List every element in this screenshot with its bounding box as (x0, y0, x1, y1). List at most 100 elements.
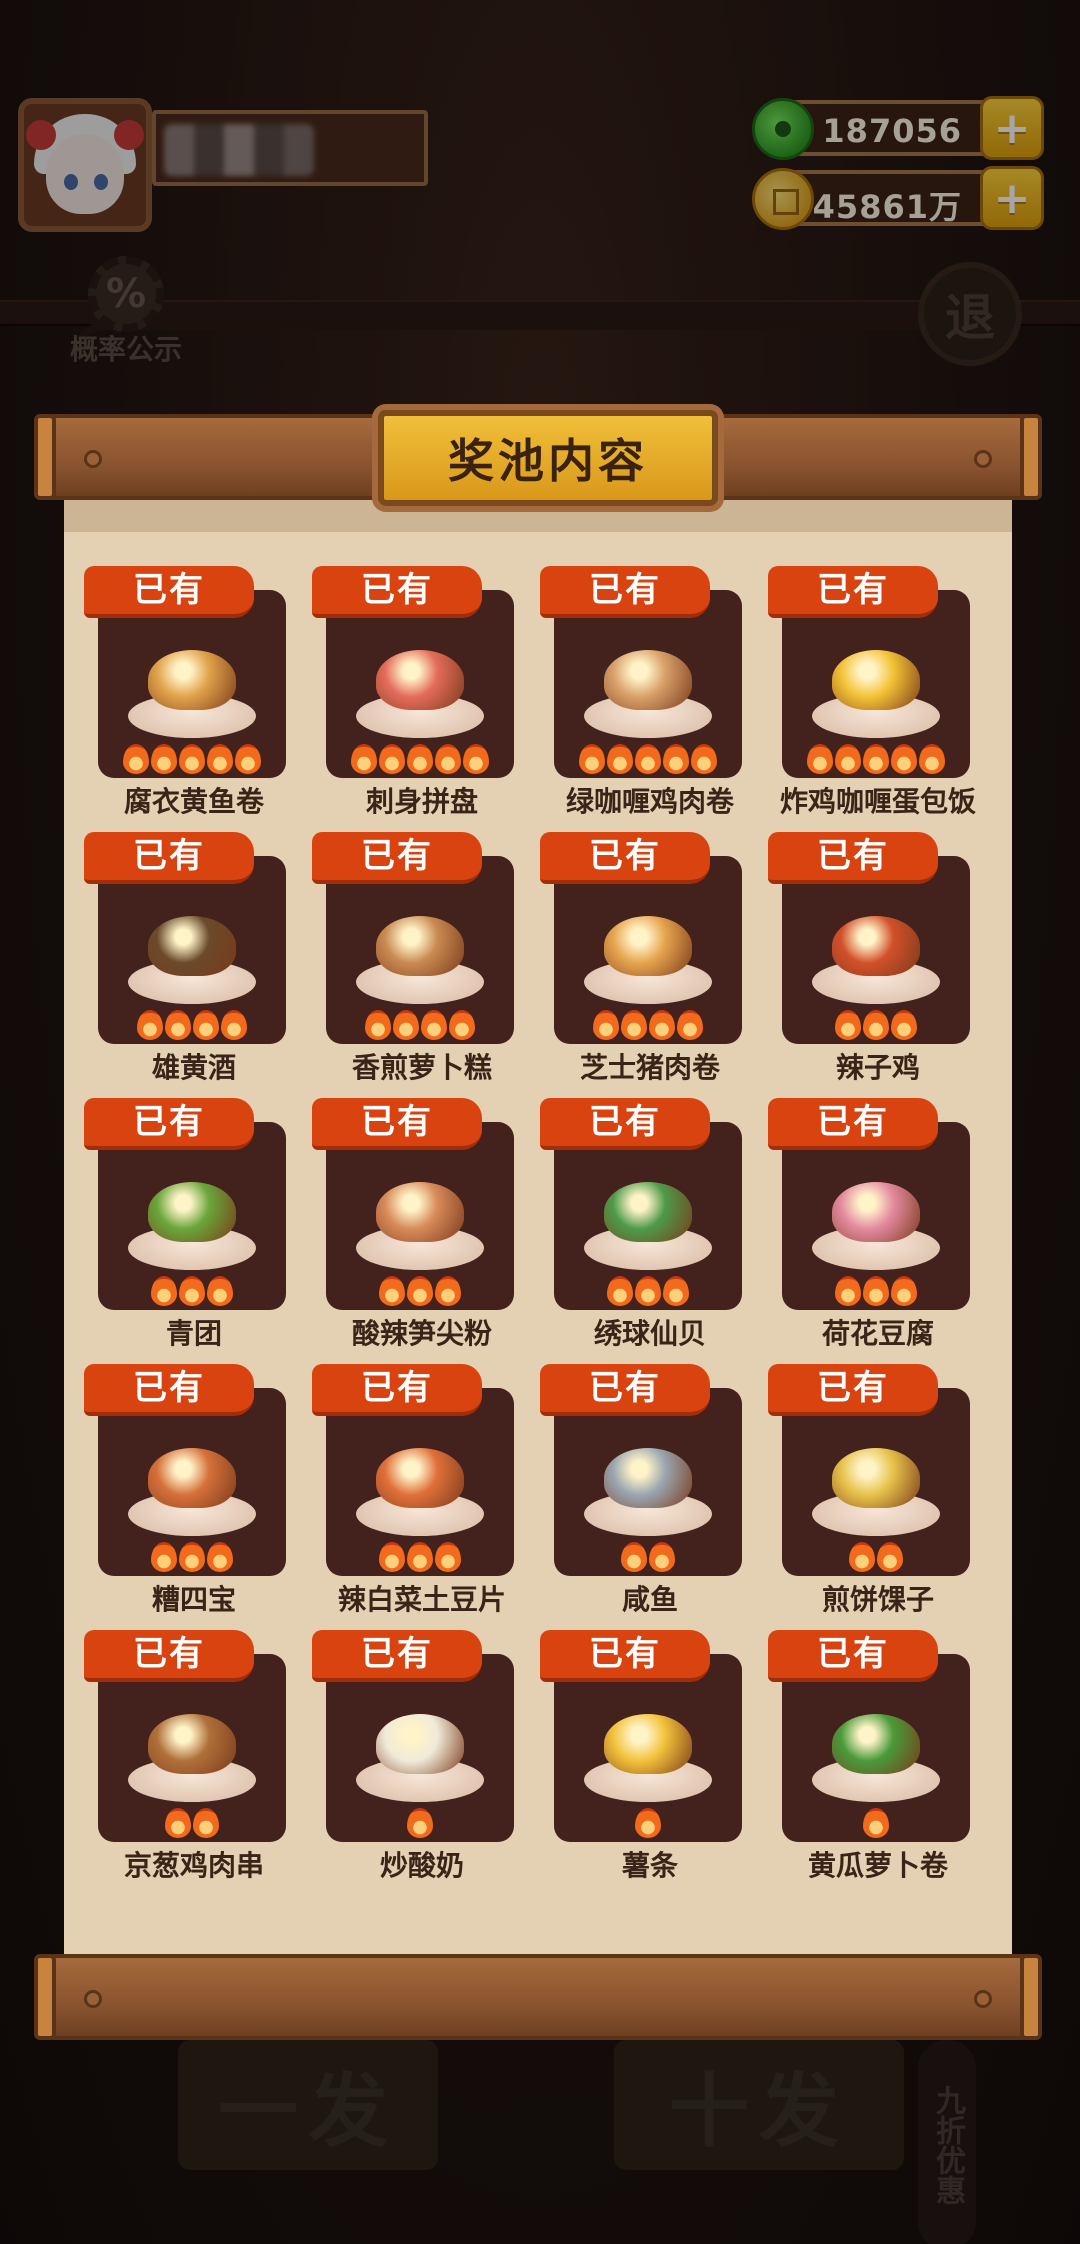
dish-image (128, 912, 256, 1004)
flame-icon (351, 744, 377, 774)
dish-image (812, 646, 940, 738)
dish-card[interactable]: 已有 京葱鸡肉串 (80, 1630, 286, 1888)
flame-icon (849, 1542, 875, 1572)
food-icon (832, 1182, 920, 1242)
flame-icon (863, 1808, 889, 1838)
rarity-flames (554, 1808, 742, 1838)
food-icon (148, 650, 236, 710)
dish-name: 刺身拼盘 (365, 785, 478, 818)
rarity-flames (326, 1276, 514, 1306)
flame-icon (863, 1010, 889, 1040)
flame-icon (379, 1542, 405, 1572)
dish-name: 酸辣笋尖粉 (351, 1317, 492, 1350)
owned-badge: 已有 (312, 566, 482, 618)
flame-icon (635, 1808, 661, 1838)
flame-icon (891, 744, 917, 774)
dish-card[interactable]: 已有 薯条 (536, 1630, 742, 1888)
food-icon (604, 650, 692, 710)
flame-icon (207, 1542, 233, 1572)
dish-name: 腐衣黄鱼卷 (123, 785, 264, 818)
rarity-flames (782, 1542, 970, 1572)
dish-card[interactable]: 已有 糟四宝 (80, 1364, 286, 1622)
dish-name: 炒酸奶 (379, 1849, 464, 1882)
flame-icon (835, 1276, 861, 1306)
dish-name: 辣子鸡 (835, 1051, 920, 1084)
dish-card[interactable]: 已有 绿咖喱鸡肉卷 (536, 566, 742, 824)
owned-badge: 已有 (768, 1364, 938, 1416)
owned-badge: 已有 (312, 1364, 482, 1416)
dish-image (128, 1444, 256, 1536)
dish-card[interactable]: 已有刺身拼盘 (308, 566, 514, 824)
food-icon (148, 916, 236, 976)
dish-card[interactable]: 已有 芝士猪肉卷 (536, 832, 742, 1090)
flame-icon (649, 1542, 675, 1572)
scroll-rod-bottom (34, 1954, 1042, 2040)
dish-card[interactable]: 已有 黄瓜萝卜卷 (764, 1630, 970, 1888)
dish-name: 绣球仙贝 (593, 1317, 706, 1350)
flame-icon (407, 1276, 433, 1306)
flame-icon (891, 1010, 917, 1040)
dish-image (356, 1444, 484, 1536)
dish-image (356, 1178, 484, 1270)
flame-icon (463, 744, 489, 774)
dish-name: 煎饼馃子 (821, 1583, 934, 1616)
food-icon (148, 1448, 236, 1508)
dish-card[interactable]: 已有 腐衣黄鱼卷 (80, 566, 286, 824)
dish-name: 荷花豆腐 (821, 1317, 934, 1350)
dish-name: 薯条 (621, 1849, 678, 1882)
flame-icon (365, 1010, 391, 1040)
dish-card[interactable]: 已有 辣白菜土豆片 (308, 1364, 514, 1622)
flame-icon (663, 1276, 689, 1306)
flame-icon (221, 1010, 247, 1040)
flame-icon (151, 1542, 177, 1572)
dish-card[interactable]: 已有辣子鸡 (764, 832, 970, 1090)
dish-image (812, 1444, 940, 1536)
dish-name: 炸鸡咖喱蛋包饭 (779, 785, 976, 818)
flame-icon (835, 744, 861, 774)
dish-card[interactable]: 已有雄黄酒 (80, 832, 286, 1090)
food-icon (604, 1448, 692, 1508)
dish-card[interactable]: 已有 青团 (80, 1098, 286, 1356)
dish-card[interactable]: 已有 酸辣笋尖粉 (308, 1098, 514, 1356)
dish-name: 雄黄酒 (151, 1051, 236, 1084)
flame-icon (179, 1276, 205, 1306)
dish-image (584, 1710, 712, 1802)
flame-icon (407, 1542, 433, 1572)
dish-card[interactable]: 已有 荷花豆腐 (764, 1098, 970, 1356)
dish-image (584, 912, 712, 1004)
flame-icon (579, 744, 605, 774)
dish-card[interactable]: 已有 炸鸡咖喱蛋包饭 (764, 566, 976, 824)
dish-card[interactable]: 已有煎饼馃子 (764, 1364, 970, 1622)
dish-card[interactable]: 已有 香煎萝卜糕 (308, 832, 514, 1090)
flame-icon (123, 744, 149, 774)
dish-card[interactable]: 已有咸鱼 (536, 1364, 742, 1622)
owned-badge: 已有 (312, 1630, 482, 1682)
owned-badge: 已有 (84, 832, 254, 884)
dish-card[interactable]: 已有 绣球仙贝 (536, 1098, 742, 1356)
rarity-flames (98, 1276, 286, 1306)
flame-icon (165, 1808, 191, 1838)
owned-badge: 已有 (312, 832, 482, 884)
flame-icon (607, 744, 633, 774)
dish-card[interactable]: 已有炒酸奶 (308, 1630, 514, 1888)
dish-image (584, 1178, 712, 1270)
dish-name: 芝士猪肉卷 (579, 1051, 720, 1084)
flame-icon (635, 744, 661, 774)
owned-badge: 已有 (768, 832, 938, 884)
food-icon (376, 1448, 464, 1508)
owned-badge: 已有 (540, 566, 710, 618)
flame-icon (235, 744, 261, 774)
dish-image (128, 1178, 256, 1270)
flame-icon (593, 1010, 619, 1040)
dish-image (128, 646, 256, 738)
rarity-flames (98, 744, 286, 774)
rarity-flames (326, 1808, 514, 1838)
rarity-flames (326, 1542, 514, 1572)
flame-icon (877, 1542, 903, 1572)
rarity-flames (326, 1010, 514, 1040)
dish-name: 京葱鸡肉串 (123, 1849, 264, 1882)
dish-name: 咸鱼 (621, 1583, 678, 1616)
flame-icon (407, 744, 433, 774)
dish-image (812, 1710, 940, 1802)
owned-badge: 已有 (540, 1364, 710, 1416)
